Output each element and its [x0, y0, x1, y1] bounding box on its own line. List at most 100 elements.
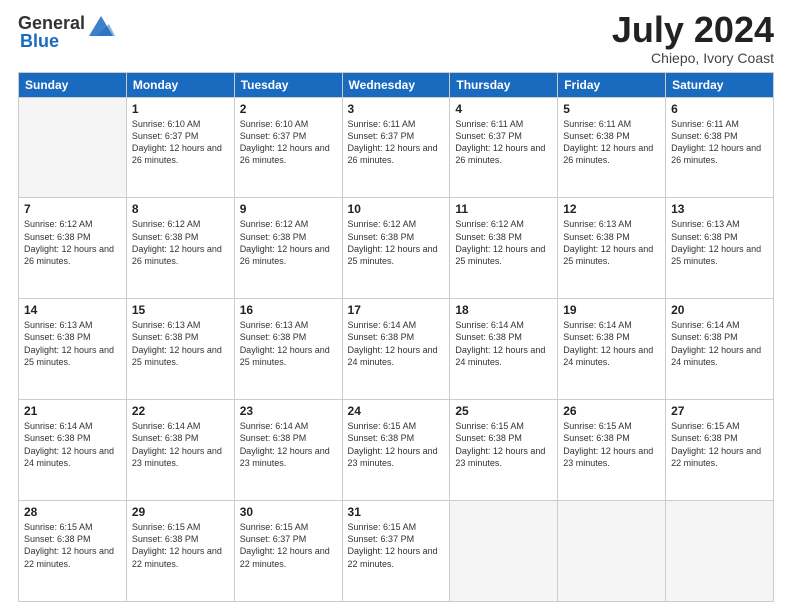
calendar-cell — [666, 501, 774, 602]
day-number: 13 — [671, 202, 768, 216]
day-header-sunday: Sunday — [19, 72, 127, 97]
day-info: Sunrise: 6:15 AMSunset: 6:37 PMDaylight:… — [240, 521, 337, 570]
day-header-thursday: Thursday — [450, 72, 558, 97]
day-info: Sunrise: 6:12 AMSunset: 6:38 PMDaylight:… — [240, 218, 337, 267]
logo: General Blue — [18, 10, 115, 52]
day-header-friday: Friday — [558, 72, 666, 97]
day-info: Sunrise: 6:15 AMSunset: 6:37 PMDaylight:… — [348, 521, 445, 570]
day-number: 8 — [132, 202, 229, 216]
day-number: 24 — [348, 404, 445, 418]
calendar-cell: 8 Sunrise: 6:12 AMSunset: 6:38 PMDaylight… — [126, 198, 234, 299]
day-headers-row: SundayMondayTuesdayWednesdayThursdayFrid… — [19, 72, 774, 97]
day-number: 26 — [563, 404, 660, 418]
calendar-cell: 15 Sunrise: 6:13 AMSunset: 6:38 PMDayligh… — [126, 299, 234, 400]
day-info: Sunrise: 6:11 AMSunset: 6:37 PMDaylight:… — [455, 118, 552, 167]
calendar-cell: 2Sunrise: 6:10 AMSunset: 6:37 PMDaylight… — [234, 97, 342, 198]
day-info: Sunrise: 6:13 AMSunset: 6:38 PMDaylight:… — [132, 319, 229, 368]
calendar-cell: 11Sunrise: 6:12 AMSunset: 6:38 PMDayligh… — [450, 198, 558, 299]
calendar-cell: 26 Sunrise: 6:15 AMSunset: 6:38 PMDayligh… — [558, 400, 666, 501]
day-info: Sunrise: 6:15 AMSunset: 6:38 PMDaylight:… — [563, 420, 660, 469]
day-info: Sunrise: 6:14 AMSunset: 6:38 PMDaylight:… — [455, 319, 552, 368]
day-info: Sunrise: 6:11 AMSunset: 6:37 PMDaylight:… — [348, 118, 445, 167]
day-number: 15 — [132, 303, 229, 317]
calendar-cell: 21 Sunrise: 6:14 AMSunset: 6:38 PMDayligh… — [19, 400, 127, 501]
day-info: Sunrise: 6:12 AMSunset: 6:38 PMDaylight:… — [348, 218, 445, 267]
day-number: 10 — [348, 202, 445, 216]
day-number: 1 — [132, 102, 229, 116]
calendar-cell: 10 Sunrise: 6:12 AMSunset: 6:38 PMDayligh… — [342, 198, 450, 299]
day-header-wednesday: Wednesday — [342, 72, 450, 97]
day-info: Sunrise: 6:13 AMSunset: 6:38 PMDaylight:… — [24, 319, 121, 368]
day-number: 28 — [24, 505, 121, 519]
logo-icon — [87, 10, 115, 38]
day-info: Sunrise: 6:14 AMSunset: 6:38 PMDaylight:… — [240, 420, 337, 469]
day-info: Sunrise: 6:12 AMSunset: 6:38 PMDaylight:… — [455, 218, 552, 267]
day-info: Sunrise: 6:14 AMSunset: 6:38 PMDaylight:… — [24, 420, 121, 469]
calendar-cell: 16Sunrise: 6:13 AMSunset: 6:38 PMDayligh… — [234, 299, 342, 400]
day-number: 31 — [348, 505, 445, 519]
day-number: 20 — [671, 303, 768, 317]
day-number: 4 — [455, 102, 552, 116]
day-number: 18 — [455, 303, 552, 317]
day-info: Sunrise: 6:14 AMSunset: 6:38 PMDaylight:… — [671, 319, 768, 368]
day-info: Sunrise: 6:15 AMSunset: 6:38 PMDaylight:… — [455, 420, 552, 469]
day-info: Sunrise: 6:14 AMSunset: 6:38 PMDaylight:… — [132, 420, 229, 469]
title-location: Chiepo, Ivory Coast — [612, 50, 774, 66]
calendar-cell: 9 Sunrise: 6:12 AMSunset: 6:38 PMDaylight… — [234, 198, 342, 299]
day-number: 22 — [132, 404, 229, 418]
day-info: Sunrise: 6:14 AMSunset: 6:38 PMDaylight:… — [563, 319, 660, 368]
day-info: Sunrise: 6:12 AMSunset: 6:38 PMDaylight:… — [132, 218, 229, 267]
day-header-monday: Monday — [126, 72, 234, 97]
calendar-cell: 18 Sunrise: 6:14 AMSunset: 6:38 PMDayligh… — [450, 299, 558, 400]
calendar-cell: 23 Sunrise: 6:14 AMSunset: 6:38 PMDayligh… — [234, 400, 342, 501]
day-number: 19 — [563, 303, 660, 317]
day-info: Sunrise: 6:15 AMSunset: 6:38 PMDaylight:… — [132, 521, 229, 570]
day-info: Sunrise: 6:15 AMSunset: 6:38 PMDaylight:… — [671, 420, 768, 469]
calendar-cell — [558, 501, 666, 602]
calendar-cell: 19 Sunrise: 6:14 AMSunset: 6:38 PMDayligh… — [558, 299, 666, 400]
calendar-cell: 29 Sunrise: 6:15 AMSunset: 6:38 PMDayligh… — [126, 501, 234, 602]
calendar-cell: 27 Sunrise: 6:15 AMSunset: 6:38 PMDayligh… — [666, 400, 774, 501]
day-number: 27 — [671, 404, 768, 418]
day-number: 29 — [132, 505, 229, 519]
day-number: 2 — [240, 102, 337, 116]
day-number: 23 — [240, 404, 337, 418]
week-row-2: 7 Sunrise: 6:12 AMSunset: 6:38 PMDaylight… — [19, 198, 774, 299]
calendar-cell: 4 Sunrise: 6:11 AMSunset: 6:37 PMDaylight… — [450, 97, 558, 198]
week-row-5: 28 Sunrise: 6:15 AMSunset: 6:38 PMDayligh… — [19, 501, 774, 602]
day-number: 21 — [24, 404, 121, 418]
calendar-cell: 1Sunrise: 6:10 AMSunset: 6:37 PMDaylight… — [126, 97, 234, 198]
day-number: 16 — [240, 303, 337, 317]
title-month: July 2024 — [612, 10, 774, 50]
logo-blue-text: Blue — [20, 32, 59, 52]
calendar-cell: 30 Sunrise: 6:15 AMSunset: 6:37 PMDayligh… — [234, 501, 342, 602]
header: General Blue July 2024 Chiepo, Ivory Coa… — [18, 10, 774, 66]
calendar-cell — [19, 97, 127, 198]
day-number: 14 — [24, 303, 121, 317]
week-row-4: 21 Sunrise: 6:14 AMSunset: 6:38 PMDayligh… — [19, 400, 774, 501]
day-number: 7 — [24, 202, 121, 216]
calendar-cell: 22 Sunrise: 6:14 AMSunset: 6:38 PMDayligh… — [126, 400, 234, 501]
week-row-3: 14 Sunrise: 6:13 AMSunset: 6:38 PMDayligh… — [19, 299, 774, 400]
day-number: 6 — [671, 102, 768, 116]
day-number: 17 — [348, 303, 445, 317]
day-info: Sunrise: 6:14 AMSunset: 6:38 PMDaylight:… — [348, 319, 445, 368]
day-number: 30 — [240, 505, 337, 519]
calendar-cell — [450, 501, 558, 602]
calendar-cell: 6 Sunrise: 6:11 AMSunset: 6:38 PMDaylight… — [666, 97, 774, 198]
page: General Blue July 2024 Chiepo, Ivory Coa… — [0, 0, 792, 612]
calendar-cell: 17 Sunrise: 6:14 AMSunset: 6:38 PMDayligh… — [342, 299, 450, 400]
day-number: 12 — [563, 202, 660, 216]
day-info: Sunrise: 6:11 AMSunset: 6:38 PMDaylight:… — [671, 118, 768, 167]
day-number: 25 — [455, 404, 552, 418]
week-row-1: 1Sunrise: 6:10 AMSunset: 6:37 PMDaylight… — [19, 97, 774, 198]
day-info: Sunrise: 6:15 AMSunset: 6:38 PMDaylight:… — [348, 420, 445, 469]
day-info: Sunrise: 6:13 AMSunset: 6:38 PMDaylight:… — [563, 218, 660, 267]
calendar-table: SundayMondayTuesdayWednesdayThursdayFrid… — [18, 72, 774, 602]
calendar-cell: 7Sunrise: 6:12 AMSunset: 6:38 PMDaylight… — [19, 198, 127, 299]
day-number: 9 — [240, 202, 337, 216]
calendar-cell: 3Sunrise: 6:11 AMSunset: 6:37 PMDaylight… — [342, 97, 450, 198]
day-info: Sunrise: 6:15 AMSunset: 6:38 PMDaylight:… — [24, 521, 121, 570]
calendar-cell: 14 Sunrise: 6:13 AMSunset: 6:38 PMDayligh… — [19, 299, 127, 400]
calendar-cell: 25 Sunrise: 6:15 AMSunset: 6:38 PMDayligh… — [450, 400, 558, 501]
